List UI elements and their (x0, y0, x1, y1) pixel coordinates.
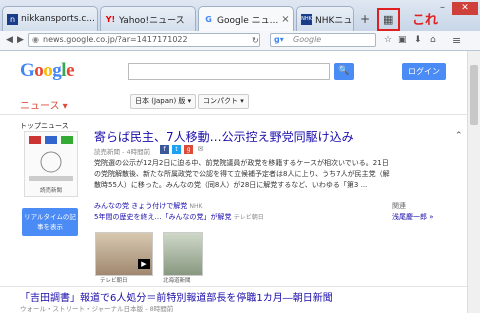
reload-icon[interactable]: ↻ (252, 31, 259, 50)
news-search-input[interactable] (128, 63, 330, 80)
play-icon: ▶ (138, 259, 150, 269)
bookmark-star-icon[interactable]: ☆ (384, 31, 392, 50)
window-close-button[interactable]: ✕ (452, 2, 478, 15)
tab-label: nikkansports.c... (21, 14, 95, 24)
nav-bar: ◀ ▶ ◉ news.google.co.jp/?ar=1417171022 ↻… (0, 31, 480, 51)
home-icon[interactable]: ⌂ (430, 31, 436, 50)
yahoo-icon: Y! (105, 14, 116, 24)
related-b-title: 5年間の歴史を終え…「みんなの党」が解党 (94, 213, 232, 221)
related-label: 関連 (392, 202, 406, 210)
img1-caption: テレビ朝日 (100, 278, 128, 284)
globe-icon: ◉ (32, 35, 39, 44)
menu-icon[interactable]: ≡ (452, 31, 461, 50)
twitter-icon[interactable]: t (172, 145, 181, 154)
view-select[interactable]: コンパクト ▾ (198, 94, 249, 109)
article-headline[interactable]: 寄らば民主、7人移動…公示控え野党同駆け込み (94, 128, 354, 145)
img2-caption: 北海道新聞 (163, 278, 191, 284)
forward-icon[interactable]: ▶ (17, 31, 24, 50)
mail-icon[interactable]: ✉ (196, 145, 205, 154)
article-source: 読売新聞 - 4時間前 (94, 148, 151, 156)
new-tab-button[interactable]: + (360, 12, 370, 26)
annotation-label: これ (412, 13, 439, 28)
collapse-icon[interactable]: ⌃ (455, 131, 463, 141)
related-a-source: NHK (189, 203, 203, 210)
google-plus-icon[interactable]: g (184, 145, 193, 154)
divider (0, 286, 480, 287)
tab-google-news[interactable]: G Google ニュ... × (198, 6, 294, 32)
url-text: news.google.co.jp/?ar=1417171022 (43, 35, 188, 44)
share-icons: f t g ✉ (160, 145, 205, 154)
photo-thumbnail[interactable] (163, 232, 203, 276)
nhk-icon: NHK (301, 13, 312, 25)
login-button[interactable]: ログイン (402, 63, 446, 80)
minimize-button[interactable]: – (440, 2, 445, 13)
video-thumbnail[interactable]: ▶ (95, 232, 153, 276)
related-b-source: テレビ朝日 (233, 214, 264, 221)
back-icon[interactable]: ◀ (6, 31, 13, 50)
section-title[interactable]: ニュース ▾ (20, 97, 68, 112)
diagram-image (29, 136, 73, 181)
tab-yahoo[interactable]: Y! Yahoo!ニュース (100, 6, 196, 31)
google-icon: g▾ (274, 35, 284, 44)
edition-select[interactable]: 日本 (Japan) 版 ▾ (130, 94, 197, 109)
thumb-caption: 読売新聞 (39, 188, 62, 194)
tab-nhk[interactable]: NHK NHKニュース (296, 6, 354, 31)
related-link-b[interactable]: 5年間の歴史を終え…「みんなの党」が解党 テレビ朝日 (94, 212, 264, 222)
tab-nikkansports[interactable]: n nikkansports.c... (2, 6, 98, 31)
google-logo[interactable]: Google (20, 60, 74, 82)
tab-label: Google ニュ... (217, 16, 279, 26)
search-button[interactable]: 🔍 (334, 63, 354, 80)
related-person-link[interactable]: 浅尾慶一郎 » (392, 212, 434, 222)
nikkansports-icon: n (7, 13, 18, 25)
scrollbar-thumb[interactable] (470, 65, 478, 125)
annotation-box (377, 8, 400, 31)
article2-headline[interactable]: 「吉田調書」報道で6人処分＝前特別報道部長を停職1カ月―朝日新聞 (20, 289, 333, 304)
top-news-label: トップニュース (20, 122, 69, 130)
related-a-title: みんなの党 きょう付けで解党 (94, 202, 188, 210)
article-thumbnail[interactable]: 読売新聞 (24, 131, 78, 197)
realtime-button[interactable]: リアルタイムの記事を表示 (22, 208, 78, 236)
search-field[interactable]: g▾ Google (270, 33, 376, 47)
facebook-icon[interactable]: f (160, 145, 169, 154)
tab-label: NHKニュース (315, 15, 353, 26)
related-link-a[interactable]: みんなの党 きょう付けで解党 NHK (94, 201, 202, 211)
scrollbar[interactable] (467, 51, 480, 313)
bookmarks-icon[interactable]: ▣ (398, 31, 407, 50)
address-bar[interactable]: ◉ news.google.co.jp/?ar=1417171022 (28, 33, 260, 47)
close-icon[interactable]: × (278, 14, 289, 25)
article2-source: ウォール・ストリート・ジャーナル日本版 - 8時間前 (20, 305, 174, 313)
search-placeholder: Google (293, 35, 322, 44)
article-snippet: 党院選の公示が12月2日に迫る中、前党院議員が政党を移籍するケースが相次いでいる… (94, 159, 390, 189)
google-icon: G (205, 15, 212, 24)
download-icon[interactable]: ⬇ (414, 31, 422, 50)
tab-label: Yahoo!ニュース (119, 15, 185, 26)
search-icon: 🔍 (338, 66, 350, 76)
divider (0, 114, 480, 115)
